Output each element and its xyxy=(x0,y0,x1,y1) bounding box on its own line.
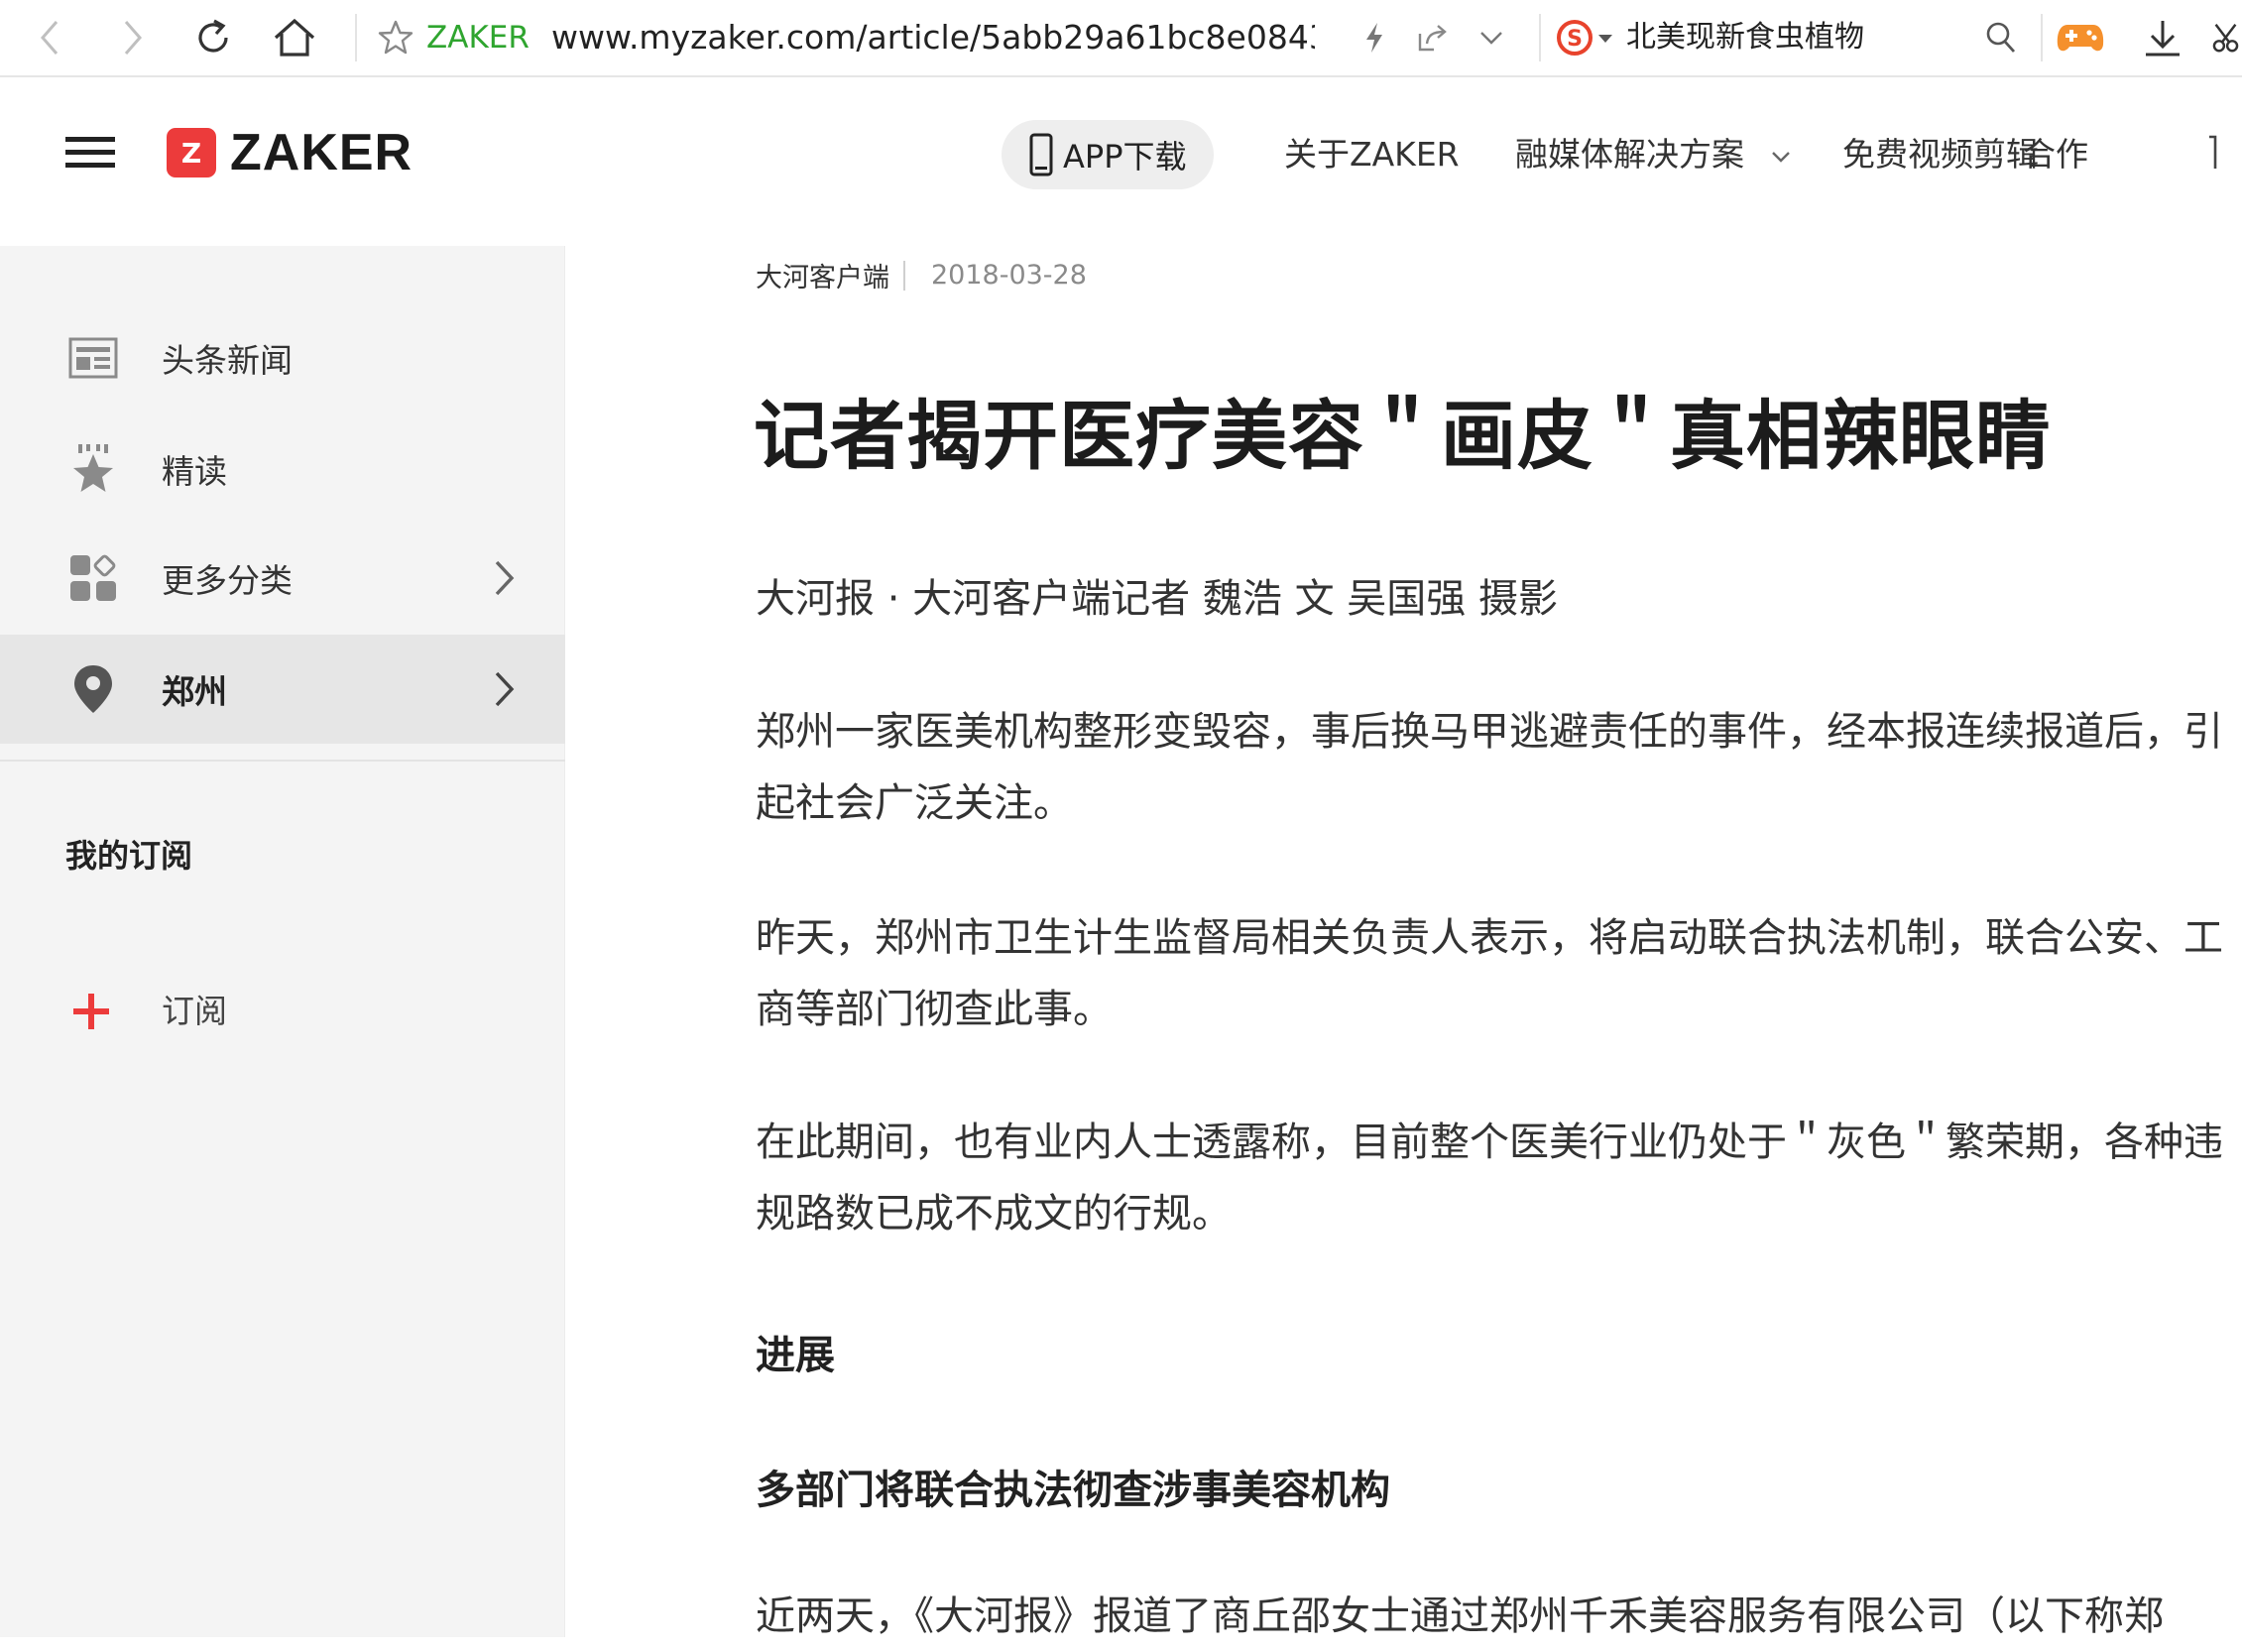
screenshot-button[interactable] xyxy=(2209,0,2242,75)
subscribe-button[interactable]: 订阅 xyxy=(0,990,565,1069)
phone-icon xyxy=(1029,133,1053,177)
sidebar-item-zhengzhou[interactable]: 郑州 xyxy=(0,635,565,744)
newspaper-icon xyxy=(67,332,119,384)
share-button[interactable] xyxy=(1412,0,1452,75)
article-source[interactable]: 大河客户端 xyxy=(756,256,889,295)
zaker-logo-text: ZAKER xyxy=(230,124,413,181)
article-paragraph: 在此期间，也有业内人士透露称，目前整个医美行业仍处于＂灰色＂繁荣期，各种违规路数… xyxy=(756,1120,2223,1237)
nav-link-media-solutions[interactable]: 融媒体解决方案 xyxy=(1515,128,1791,176)
address-bar[interactable]: www.myzaker.com/article/5abb29a61bc8e084… xyxy=(551,0,1315,75)
article-date: 2018-03-28 xyxy=(931,260,1087,291)
section-heading: 进展 xyxy=(756,1333,835,1378)
nav-link-cooperation[interactable]: 合作 xyxy=(2023,128,2088,176)
bookmark-star-icon[interactable] xyxy=(377,19,414,57)
sidebar-item-label: 头条新闻 xyxy=(162,341,293,380)
scissors-icon xyxy=(2212,24,2239,53)
speed-mode-button[interactable] xyxy=(1355,0,1394,75)
download-icon xyxy=(2146,21,2180,57)
article-paragraph: 昨天，郑州市卫生计生监督局相关负责人表示，将启动联合执法机制，联合公安、工商等部… xyxy=(756,915,2223,1032)
zaker-logo-mark: Z xyxy=(167,128,216,177)
star-icon xyxy=(67,443,119,495)
browser-toolbar: ZAKER www.myzaker.com/article/5abb29a61b… xyxy=(0,0,2242,77)
sidebar-item-label: 更多分类 xyxy=(162,561,293,600)
hamburger-menu-icon[interactable] xyxy=(61,131,121,175)
sidebar-item-headlines[interactable]: 头条新闻 xyxy=(0,303,565,413)
sidebar-item-label: 精读 xyxy=(162,452,227,491)
search-button[interactable] xyxy=(1979,0,2023,75)
sidebar-header: Z ZAKER xyxy=(0,77,565,246)
sidebar-item-label: 郑州 xyxy=(162,672,227,711)
chevron-right-icon xyxy=(495,560,515,596)
chevron-down-icon xyxy=(1771,151,1790,163)
reload-icon xyxy=(198,19,228,53)
site-top-nav: APP下载 关于ZAKER 融媒体解决方案 免费视频剪辑 合作 xyxy=(565,77,2242,226)
nav-link-video-editing[interactable]: 免费视频剪辑 xyxy=(1842,128,2039,176)
chevron-right-icon xyxy=(495,671,515,707)
left-sidebar: Z ZAKER 头条新闻 精读 更多分类 郑州 我的订阅 订阅 xyxy=(0,77,565,1637)
article-subheading: 多部门将联合执法彻查涉事美容机构 xyxy=(756,1468,1390,1513)
toolbar-divider xyxy=(2041,14,2043,61)
forward-arrow-icon xyxy=(124,21,142,55)
home-icon xyxy=(274,18,315,57)
games-button[interactable] xyxy=(2051,0,2110,75)
site-name-label: ZAKER xyxy=(426,20,530,56)
toolbar-divider xyxy=(355,14,357,61)
back-button[interactable] xyxy=(28,0,71,75)
article-byline: 大河报 · 大河客户端记者 魏浩 文 吴国强 摄影 xyxy=(756,576,1559,622)
downloads-button[interactable] xyxy=(2140,0,2185,75)
reload-button[interactable] xyxy=(188,0,238,75)
back-arrow-icon xyxy=(41,21,59,55)
app-download-label: APP下载 xyxy=(1063,138,1187,176)
sidebar-divider xyxy=(0,760,565,762)
site-identity: ZAKER xyxy=(377,0,575,75)
search-input[interactable]: 北美现新食虫植物 xyxy=(1626,0,1864,75)
sidebar-item-more-categories[interactable]: 更多分类 xyxy=(0,524,565,633)
lightning-icon xyxy=(1366,23,1382,53)
address-dropdown-button[interactable] xyxy=(1472,0,1511,75)
article-paragraph: 郑州一家医美机构整形变毁容，事后换马甲逃避责任的事件，经本报连续报道后，引起社会… xyxy=(756,709,2223,826)
svg-text:S: S xyxy=(1567,27,1583,52)
nav-link-label: 融媒体解决方案 xyxy=(1515,135,1744,174)
sidebar-item-featured[interactable]: 精读 xyxy=(0,414,565,524)
nav-link-about[interactable]: 关于ZAKER xyxy=(1284,128,1460,176)
sogou-search-icon: S xyxy=(1557,20,1612,56)
home-button[interactable] xyxy=(268,0,321,75)
gamepad-icon xyxy=(2057,25,2104,52)
grid-icon xyxy=(67,552,119,604)
location-pin-icon xyxy=(67,663,119,715)
zaker-logo[interactable]: Z ZAKER xyxy=(167,124,413,181)
article-body: 大河客户端 2018-03-28 记者揭开医疗美容＂画皮＂真相辣眼睛 大河报 ·… xyxy=(565,226,2242,1639)
toolbar-divider xyxy=(1539,14,1541,61)
plus-icon xyxy=(73,994,109,1029)
article-title: 记者揭开医疗美容＂画皮＂真相辣眼睛 xyxy=(754,392,2052,480)
meta-divider xyxy=(903,260,905,291)
app-download-button[interactable]: APP下载 xyxy=(1002,120,1214,189)
chevron-down-icon xyxy=(1480,32,1502,45)
article-paragraph: 近两天，《大河报》报道了商丘邵女士通过郑州千禾美容服务有限公司（以下称郑 xyxy=(756,1593,2164,1639)
subscribe-label: 订阅 xyxy=(162,992,227,1030)
search-engine-selector[interactable]: S xyxy=(1553,0,1618,75)
forward-button[interactable] xyxy=(111,0,155,75)
share-icon xyxy=(1418,25,1447,52)
subscriptions-heading: 我的订阅 xyxy=(65,837,193,875)
truncated-nav-glyph xyxy=(2209,135,2217,169)
magnifier-icon xyxy=(1986,22,2016,53)
article-meta: 大河客户端 2018-03-28 xyxy=(756,256,1087,295)
